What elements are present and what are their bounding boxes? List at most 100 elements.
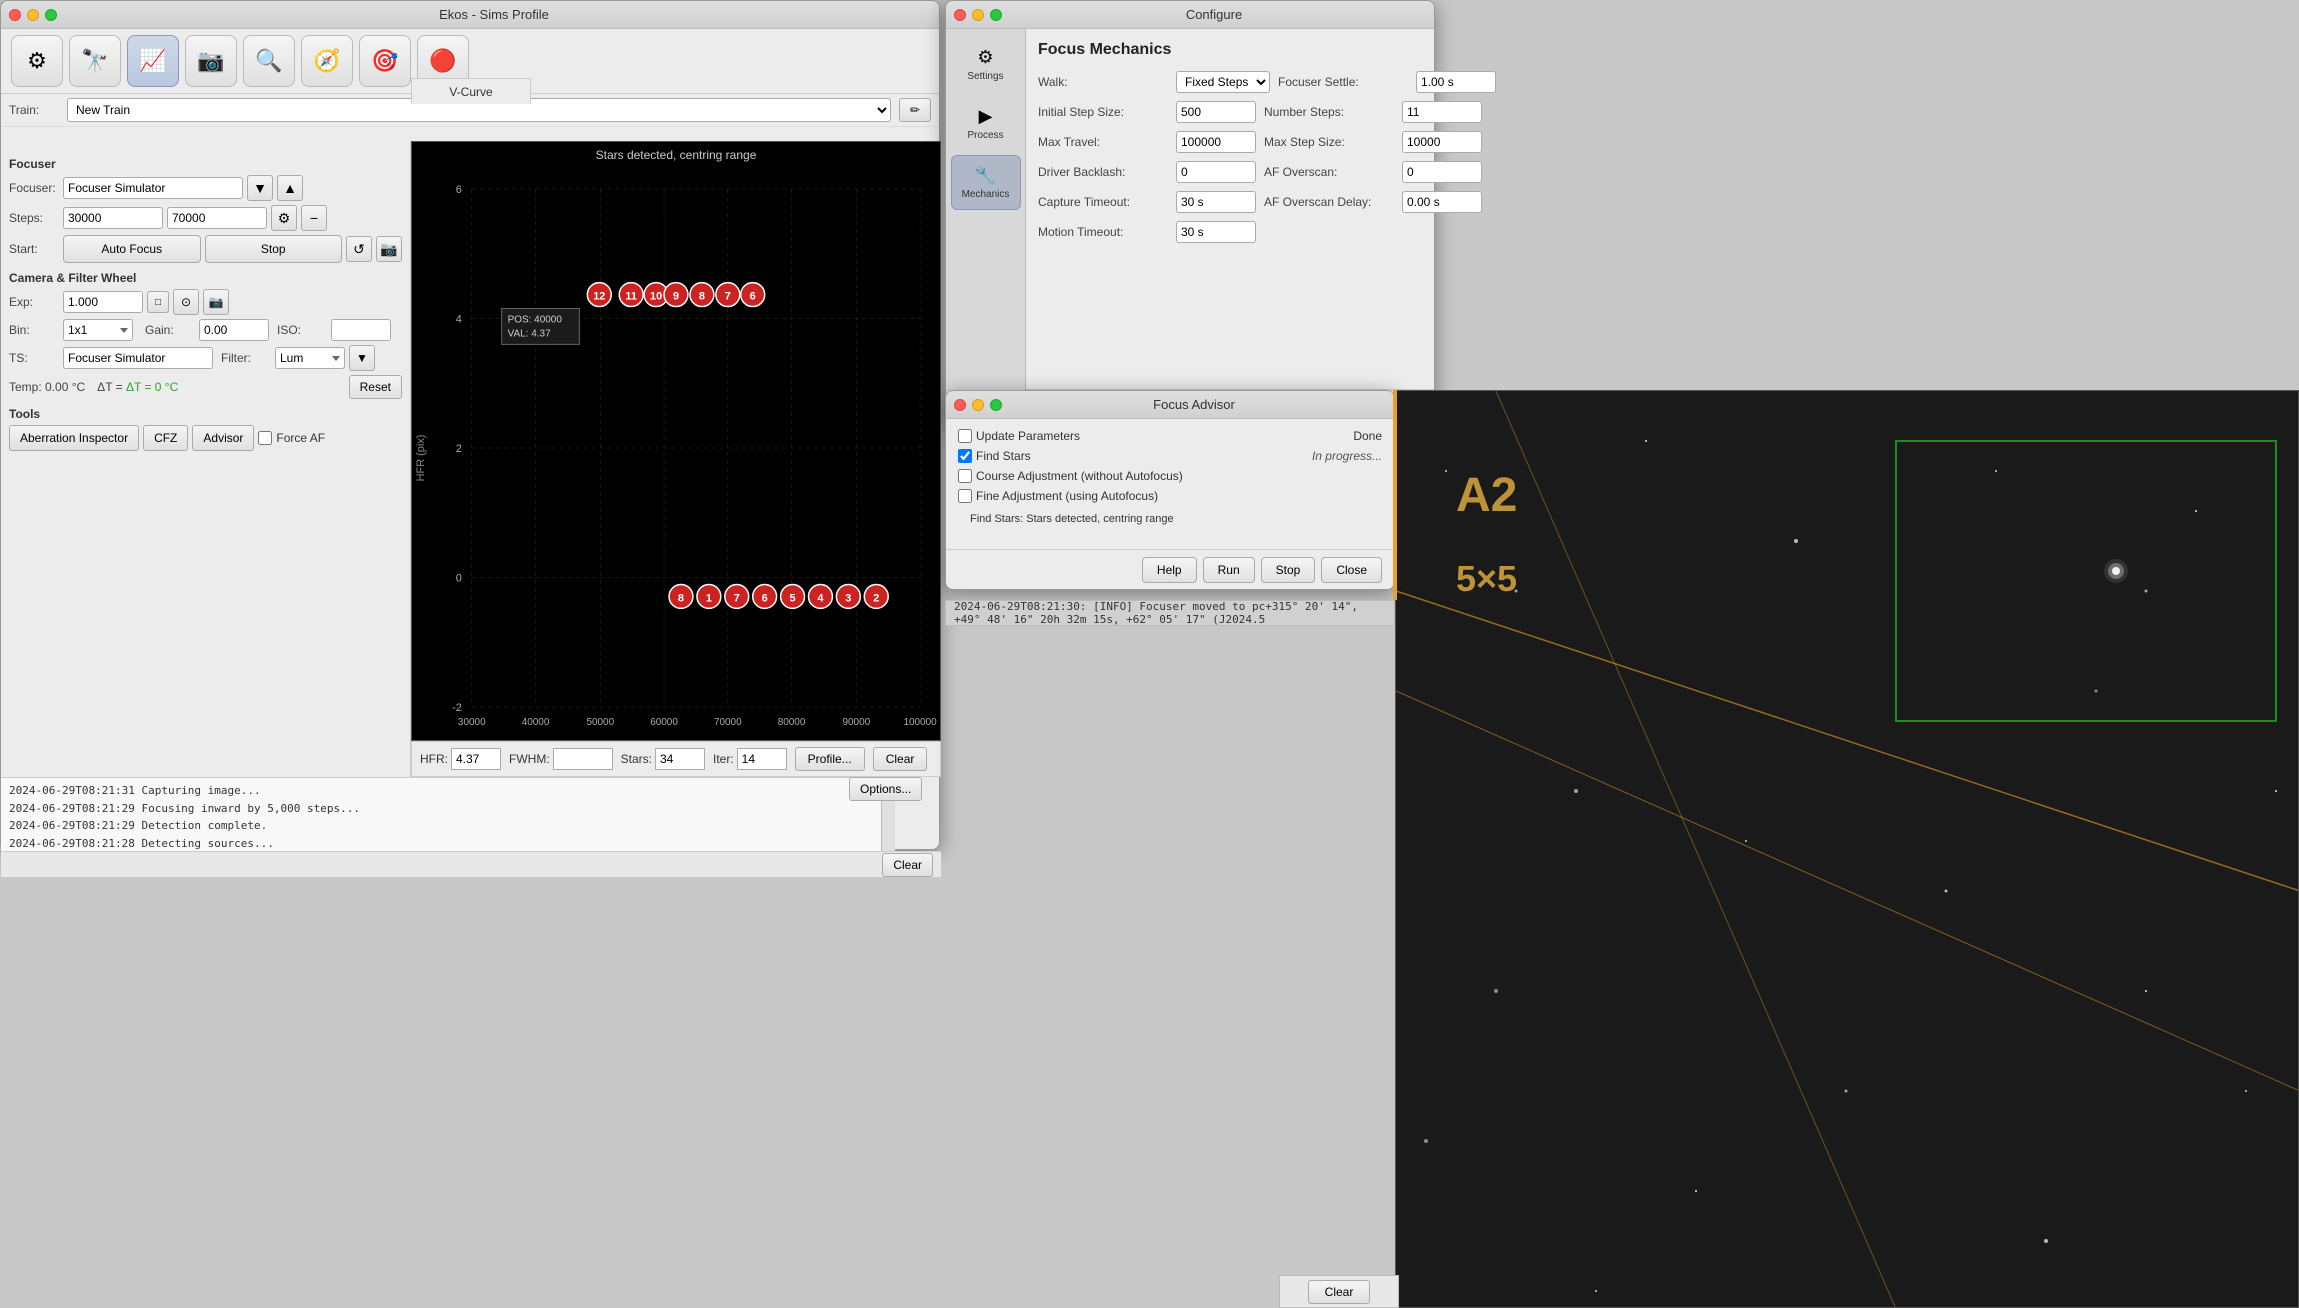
plot-status-bar: HFR: 4.37 FWHM: Stars: 34 Iter: 14 Profi… <box>411 741 941 777</box>
config-nav-settings[interactable]: ⚙ Settings <box>951 37 1021 92</box>
number-steps-input[interactable] <box>1402 101 1482 123</box>
fwhm-field: FWHM: <box>509 748 613 770</box>
clear-btn[interactable]: Clear <box>873 747 928 771</box>
settings-tool-btn[interactable]: ⚙ <box>11 35 63 87</box>
config-nav-mechanics[interactable]: 🔧 Mechanics <box>951 155 1021 210</box>
temp-label: Temp: 0.00 °C <box>9 380 85 394</box>
exp-row: Exp: □ ⊙ 📷 <box>9 289 402 315</box>
iter-field: Iter: 14 <box>713 748 787 770</box>
focuser-settle-input[interactable] <box>1416 71 1496 93</box>
exp-grab-btn[interactable]: □ <box>147 291 169 313</box>
config-row-travel: Max Travel: Max Step Size: <box>1038 131 1422 153</box>
course-adj-checkbox[interactable] <box>958 469 972 483</box>
driver-backlash-input[interactable] <box>1176 161 1256 183</box>
config-nav-process-label: Process <box>967 130 1003 141</box>
advisor-help-btn[interactable]: Help <box>1142 557 1197 583</box>
advisor-minimize-btn[interactable] <box>972 399 984 411</box>
guide-tool-btn[interactable]: 🎯 <box>359 35 411 87</box>
steps-settings-btn[interactable]: ⚙ <box>271 205 297 231</box>
edit-train-btn[interactable]: ✏ <box>899 98 931 122</box>
svg-text:6: 6 <box>762 592 768 604</box>
maximize-btn[interactable] <box>45 9 57 21</box>
af-overscan-input[interactable] <box>1402 161 1482 183</box>
fine-adj-checkbox[interactable] <box>958 489 972 503</box>
iter-value: 14 <box>737 748 787 770</box>
camera-tool-btn[interactable]: 📷 <box>185 35 237 87</box>
config-nav-process[interactable]: ▶ Process <box>951 96 1021 151</box>
auto-focus-btn[interactable]: Auto Focus <box>63 235 201 263</box>
reset-btn[interactable]: Reset <box>349 375 402 399</box>
max-step-input[interactable] <box>1402 131 1482 153</box>
titlebar: Ekos - Sims Profile <box>1 1 939 29</box>
configure-close-btn[interactable] <box>954 9 966 21</box>
star-panel: A2 5×5 <box>1395 390 2299 1308</box>
minimize-btn[interactable] <box>27 9 39 21</box>
bottom-clear-btn[interactable]: Clear <box>1308 1280 1371 1304</box>
stars-value: 34 <box>655 748 705 770</box>
capture-btn[interactable]: 📷 <box>376 236 402 262</box>
focuser-input[interactable] <box>63 177 243 199</box>
svg-text:5: 5 <box>790 592 796 604</box>
exp-cam-btn[interactable]: 📷 <box>203 289 229 315</box>
find-stars-label: Find Stars <box>958 449 1031 463</box>
start-row: Start: Auto Focus Stop ↺ 📷 <box>9 235 402 263</box>
config-row-timeout: Capture Timeout: AF Overscan Delay: <box>1038 191 1422 213</box>
config-content: Focus Mechanics Walk: Fixed Steps Focuse… <box>1026 29 1434 389</box>
cfz-btn[interactable]: CFZ <box>143 425 188 451</box>
close-btn[interactable] <box>9 9 21 21</box>
max-travel-input[interactable] <box>1176 131 1256 153</box>
process-icon: ▶ <box>979 106 993 127</box>
configure-window: Configure ⚙ Settings ▶ Process 🔧 Mechani… <box>945 0 1435 430</box>
steps-minus-btn[interactable]: − <box>301 205 327 231</box>
stop-btn[interactable]: Stop <box>205 235 343 263</box>
steps-start-input[interactable] <box>63 207 163 229</box>
exp-loop-btn[interactable]: ⊙ <box>173 289 199 315</box>
focuser-down-btn[interactable]: ▼ <box>247 175 273 201</box>
search-tool-btn[interactable]: 🔍 <box>243 35 295 87</box>
advisor-maximize-btn[interactable] <box>990 399 1002 411</box>
loop-btn[interactable]: ↺ <box>346 236 372 262</box>
af-overscan-delay-label: AF Overscan Delay: <box>1264 195 1394 209</box>
steps-end-input[interactable] <box>167 207 267 229</box>
hfr-value: 4.37 <box>451 748 501 770</box>
force-af-checkbox[interactable] <box>258 431 272 445</box>
fine-adj-label: Fine Adjustment (using Autofocus) <box>958 489 1158 503</box>
advisor-traffic-lights <box>954 399 1002 411</box>
gain-input[interactable] <box>199 319 269 341</box>
align-tool-btn[interactable]: 🧭 <box>301 35 353 87</box>
ts-input[interactable] <box>63 347 213 369</box>
focus-tool-btn[interactable]: 📈 <box>127 35 179 87</box>
walk-select[interactable]: Fixed Steps <box>1176 71 1270 93</box>
log-clear-btn[interactable]: Clear <box>882 853 933 877</box>
iso-input[interactable] <box>331 319 391 341</box>
focuser-settle-label: Focuser Settle: <box>1278 75 1408 89</box>
capture-timeout-input[interactable] <box>1176 191 1256 213</box>
update-params-checkbox[interactable] <box>958 429 972 443</box>
filter-select[interactable]: Lum <box>275 347 345 369</box>
focuser-row: Focuser: ▼ ▲ <box>9 175 402 201</box>
profile-btn[interactable]: Profile... <box>795 747 865 771</box>
svg-text:4: 4 <box>456 313 462 325</box>
af-overscan-delay-input[interactable] <box>1402 191 1482 213</box>
initial-step-input[interactable] <box>1176 101 1256 123</box>
driver-backlash-label: Driver Backlash: <box>1038 165 1168 179</box>
advisor-close-btn[interactable] <box>954 399 966 411</box>
filter-options-btn[interactable]: ▼ <box>349 345 375 371</box>
focuser-up-btn[interactable]: ▲ <box>277 175 303 201</box>
advisor-run-btn[interactable]: Run <box>1203 557 1255 583</box>
configure-minimize-btn[interactable] <box>972 9 984 21</box>
find-stars-checkbox[interactable] <box>958 449 972 463</box>
exp-input[interactable] <box>63 291 143 313</box>
options-btn[interactable]: Options... <box>849 777 922 801</box>
bin-select[interactable]: 1x1 <box>63 319 133 341</box>
scope-tool-btn[interactable]: 🔭 <box>69 35 121 87</box>
configure-maximize-btn[interactable] <box>990 9 1002 21</box>
advisor-btn[interactable]: Advisor <box>192 425 254 451</box>
advisor-stop-btn[interactable]: Stop <box>1261 557 1316 583</box>
motion-timeout-input[interactable] <box>1176 221 1256 243</box>
gain-label: Gain: <box>145 323 195 337</box>
vcurve-tab[interactable]: V-Curve <box>411 78 531 104</box>
advisor-close-btn-footer[interactable]: Close <box>1321 557 1382 583</box>
aberration-inspector-btn[interactable]: Aberration Inspector <box>9 425 139 451</box>
log-line-3: 2024-06-29T08:21:29 Detection complete. <box>9 817 873 835</box>
